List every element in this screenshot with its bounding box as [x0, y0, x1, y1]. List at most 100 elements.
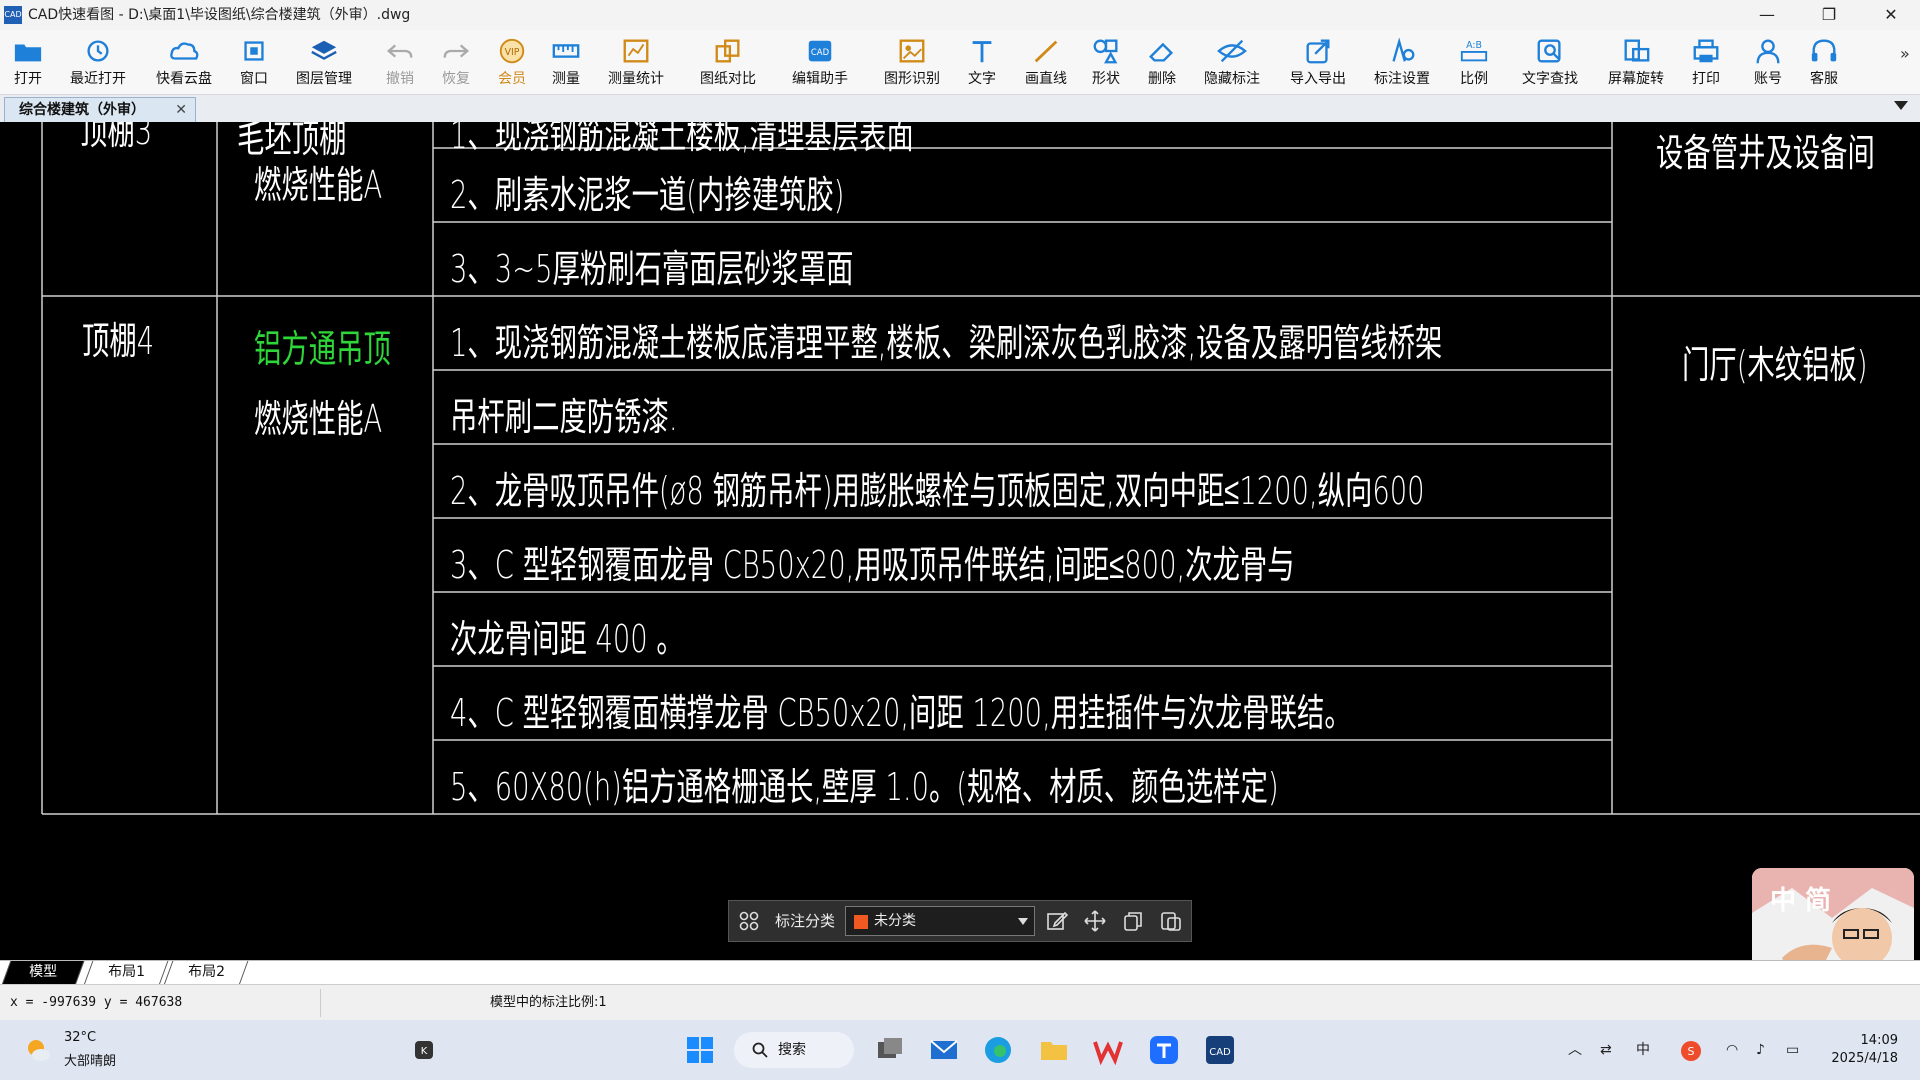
- toolbar-button-18[interactable]: 隐藏标注: [1199, 32, 1265, 92]
- toolbar-button-2[interactable]: 最近打开: [65, 32, 131, 92]
- tray-settings-icon[interactable]: ⇄: [1600, 1020, 1612, 1080]
- tab-list-dropdown-icon[interactable]: [1894, 101, 1908, 110]
- toolbar-button-21[interactable]: A:B 比例: [1454, 32, 1494, 92]
- grid-icon[interactable]: [739, 911, 759, 931]
- toolbar-label: 图形识别: [884, 71, 940, 87]
- toolbar-button-10[interactable]: 测量统计: [603, 32, 669, 92]
- svg-text:VIP: VIP: [505, 47, 520, 58]
- task-view-icon[interactable]: [874, 1034, 906, 1066]
- row2-fire-rating: 燃烧性能A: [254, 397, 383, 441]
- ime-indicator: 中 简: [1770, 886, 1832, 916]
- feishu-app-icon[interactable]: [1148, 1034, 1180, 1066]
- category-color-swatch: [854, 915, 868, 929]
- toolbar-label: 测量统计: [608, 71, 664, 87]
- row-name-clipped: 顶棚3: [80, 122, 153, 153]
- toolbar-label: 图纸对比: [700, 71, 756, 87]
- tab-model[interactable]: 模型: [1, 961, 85, 985]
- row2-item-1b: 吊杆刷二度防锈漆.: [450, 395, 678, 439]
- app-k-icon[interactable]: K: [414, 1040, 434, 1060]
- main-toolbar: 打开 最近打开 快看云盘 窗口 图层管理 撤销 恢复 VIP 会员 测量 测量统计 图纸对比 CAD 编辑…: [0, 30, 1920, 95]
- annotation-settings-icon: [1392, 37, 1415, 62]
- drawing-canvas[interactable]: 顶棚3 毛坯顶棚 燃烧性能A 1、现浇钢筋混凝土楼板,清理基层表面 2、刷素水泥…: [0, 122, 1920, 960]
- text-search-icon: [1537, 39, 1561, 63]
- toolbar-label: 会员: [498, 71, 526, 87]
- toolbar-label: 快看云盘: [156, 71, 212, 87]
- windows-taskbar: 32°C 大部晴朗 K 搜索 CAD ︿ ⇄ 中 S ◠ ♪ ▭ 14:09 2…: [0, 1020, 1920, 1080]
- rotate-screen-icon: [1624, 39, 1650, 62]
- copy-icon[interactable]: [1121, 909, 1145, 933]
- windows-start-icon[interactable]: [684, 1034, 716, 1066]
- tab-layout2[interactable]: 布局2: [163, 961, 249, 985]
- history-icon: [87, 40, 109, 62]
- toolbar-button-6[interactable]: 撤销: [380, 32, 420, 92]
- row2-item-1: 1、现浇钢筋混凝土楼板底清理平整,楼板、梁刷深灰色乳胶漆,设备及露明管线桥架: [450, 321, 1443, 365]
- toolbar-button-11[interactable]: 图纸对比: [695, 32, 761, 92]
- volume-icon[interactable]: ♪: [1756, 1020, 1765, 1080]
- toolbar-button-16[interactable]: 形状: [1086, 32, 1126, 92]
- maximize-button[interactable]: ❐: [1806, 0, 1852, 30]
- app-logo-icon: CAD: [4, 6, 22, 24]
- toolbar-label: 打印: [1692, 71, 1720, 87]
- toolbar-label: 窗口: [240, 71, 268, 87]
- ime-language[interactable]: 中: [1636, 1020, 1650, 1080]
- clock-time: 14:09: [1860, 1033, 1898, 1048]
- toolbar-overflow-button[interactable]: »: [1900, 44, 1910, 63]
- toolbar-label: 删除: [1148, 71, 1176, 87]
- text-icon: [972, 41, 992, 63]
- title-bar: CAD CAD快速看图 - D:\桌面1\毕设图纸\综合楼建筑（外审）.dwg …: [0, 0, 1920, 30]
- move-icon[interactable]: [1083, 909, 1107, 933]
- battery-icon[interactable]: ▭: [1786, 1020, 1799, 1080]
- show-hidden-icons[interactable]: ︿: [1568, 1020, 1582, 1080]
- sogou-ime-icon[interactable]: S: [1680, 1040, 1702, 1062]
- edit-icon[interactable]: [1045, 909, 1069, 933]
- toolbar-button-4[interactable]: 窗口: [234, 32, 274, 92]
- status-bar: x = -997639 y = 467638 模型中的标注比例:1: [0, 984, 1920, 1021]
- file-explorer-icon[interactable]: [1038, 1034, 1070, 1066]
- row2-location: 门厅(木纹铝板): [1682, 343, 1868, 387]
- account-icon: [1756, 39, 1780, 64]
- close-tab-icon[interactable]: ✕: [175, 98, 187, 122]
- toolbar-button-15[interactable]: 画直线: [1021, 32, 1072, 92]
- toolbar-button-8[interactable]: VIP 会员: [492, 32, 532, 92]
- mail-icon[interactable]: [928, 1034, 960, 1066]
- minimize-button[interactable]: —: [1744, 0, 1790, 30]
- toolbar-button-7[interactable]: 恢复: [436, 32, 476, 92]
- toolbar-button-13[interactable]: 图形识别: [879, 32, 945, 92]
- toolbar-button-5[interactable]: 图层管理: [291, 32, 357, 92]
- wps-office-icon[interactable]: [1092, 1034, 1124, 1066]
- document-tab[interactable]: 综合楼建筑（外审） ✕: [4, 97, 196, 122]
- folder-open-icon: [14, 44, 42, 62]
- toolbar-button-1[interactable]: 打开: [8, 32, 48, 92]
- svg-text:S: S: [1688, 1045, 1695, 1058]
- toolbar-button-26[interactable]: 客服: [1804, 32, 1844, 92]
- wifi-icon[interactable]: ◠: [1726, 1020, 1738, 1080]
- toolbar-button-23[interactable]: 屏幕旋转: [1603, 32, 1669, 92]
- toolbar-label: 恢复: [442, 71, 470, 87]
- tab-layout1[interactable]: 布局1: [83, 961, 169, 985]
- import-export-icon: [1306, 39, 1330, 64]
- row2-item-3: 3、C 型轻钢覆面龙骨 CB50x20,用吸顶吊件联结,间距≤800,次龙骨与: [450, 543, 1295, 587]
- toolbar-button-19[interactable]: 导入导出: [1285, 32, 1351, 92]
- close-button[interactable]: ✕: [1868, 0, 1914, 30]
- compare-icon: [715, 39, 740, 63]
- svg-text:A:B: A:B: [1466, 40, 1482, 51]
- toolbar-button-25[interactable]: 账号: [1748, 32, 1788, 92]
- cad-app-taskbar-icon[interactable]: CAD: [1204, 1034, 1236, 1066]
- toolbar-button-14[interactable]: 文字: [962, 32, 1002, 92]
- annotation-category-select[interactable]: 未分类: [845, 906, 1035, 936]
- toolbar-button-17[interactable]: 删除: [1142, 32, 1182, 92]
- toolbar-label: 比例: [1460, 71, 1488, 87]
- edge-browser-icon[interactable]: [982, 1034, 1014, 1066]
- toolbar-button-12[interactable]: CAD 编辑助手: [787, 32, 853, 92]
- toolbar-button-24[interactable]: 打印: [1686, 32, 1726, 92]
- row2-item-2: 2、龙骨吸顶吊件(ø8 钢筋吊杆)用膨胀螺栓与顶板固定,双向中距≤1200,纵向…: [450, 469, 1425, 513]
- weather-description: 大部晴朗: [64, 1054, 117, 1069]
- toolbar-button-9[interactable]: 测量: [546, 32, 586, 92]
- toolbar-button-20[interactable]: 标注设置: [1369, 32, 1435, 92]
- paste-icon[interactable]: [1159, 909, 1183, 933]
- row2-item-4: 4、C 型轻钢覆面横撑龙骨 CB50x20,间距 1200,用挂插件与次龙骨联结…: [450, 691, 1352, 735]
- toolbar-button-3[interactable]: 快看云盘: [151, 32, 217, 92]
- taskbar-search[interactable]: 搜索: [734, 1032, 854, 1068]
- toolbar-button-22[interactable]: 文字查找: [1517, 32, 1583, 92]
- system-clock[interactable]: 14:09 2025/4/18: [1831, 1032, 1898, 1068]
